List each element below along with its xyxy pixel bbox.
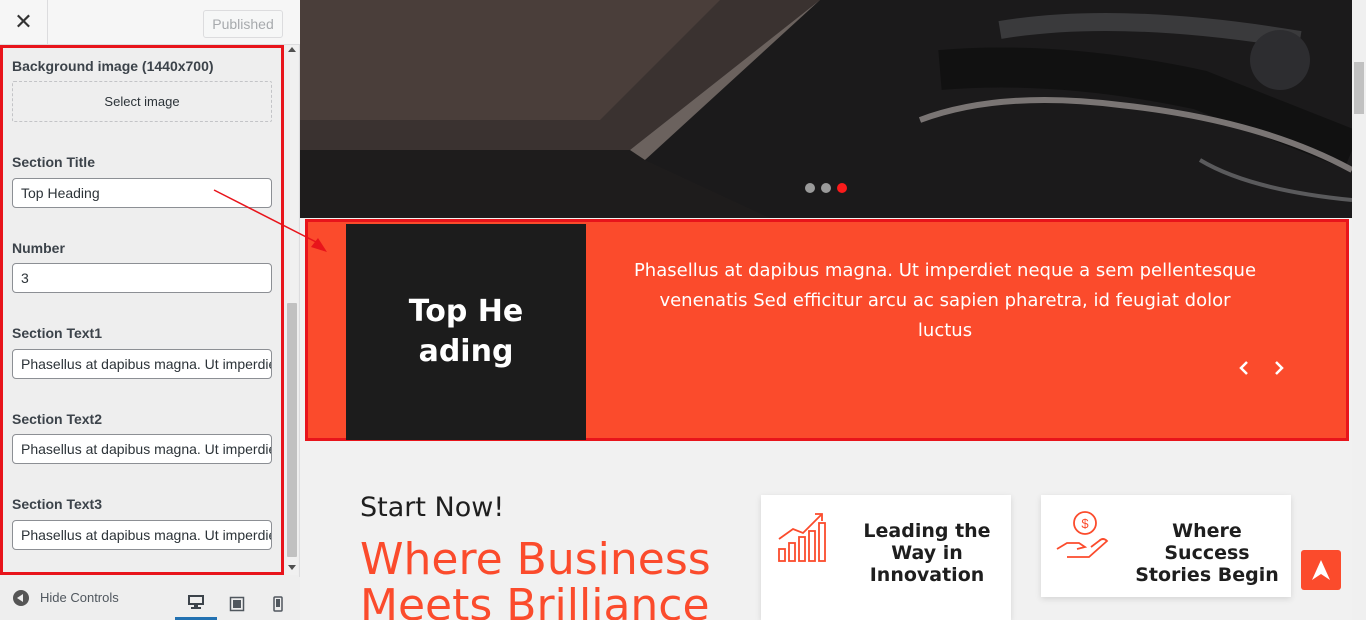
feature-card[interactable]: Leading the Way in Innovation xyxy=(761,495,1011,620)
background-image-label: Background image (1440x700) xyxy=(12,58,214,74)
section-text2-label: Section Text2 xyxy=(12,411,102,427)
scroll-up-icon[interactable] xyxy=(288,47,296,52)
close-button[interactable]: ✕ xyxy=(0,0,48,45)
section-title-input[interactable]: Top Heading xyxy=(12,178,272,208)
slider-dot[interactable] xyxy=(805,183,815,193)
growth-chart-icon xyxy=(778,513,826,562)
mobile-icon xyxy=(273,595,283,612)
section-text1-label: Section Text1 xyxy=(12,325,102,341)
hide-controls-button[interactable]: Hide Controls xyxy=(40,590,119,605)
card-title: Where Success Stories Begin xyxy=(1135,520,1279,586)
section-title-label: Section Title xyxy=(12,154,95,170)
next-arrow-button[interactable] xyxy=(1267,356,1291,380)
main-headline: Where Business Meets Brilliance xyxy=(360,534,711,620)
section-text1-input[interactable]: Phasellus at dapibus magna. Ut imperdiet… xyxy=(12,349,272,379)
preview-scroll-thumb[interactable] xyxy=(1354,62,1364,114)
desktop-icon xyxy=(188,595,204,609)
top-heading-section: Top Heading Phasellus at dapibus magna. … xyxy=(305,219,1349,441)
customizer-sidebar: ✕ Published Background image (1440x700) … xyxy=(0,0,300,620)
panel-scrollbar[interactable] xyxy=(286,45,298,575)
section-text3-input[interactable]: Phasellus at dapibus magna. Ut imperdiet… xyxy=(12,520,272,550)
chevron-right-icon xyxy=(1275,361,1284,375)
feature-card[interactable]: $ Where Success Stories Begin xyxy=(1041,495,1291,597)
section-paragraph: Phasellus at dapibus magna. Ut imperdiet… xyxy=(633,260,1257,341)
hero-slider-image xyxy=(300,0,1352,218)
collapse-icon[interactable] xyxy=(13,590,29,606)
money-hand-icon: $ xyxy=(1056,511,1109,558)
section-heading: Top Heading xyxy=(408,294,524,369)
prev-arrow-button[interactable] xyxy=(1232,356,1256,380)
back-to-top-button[interactable] xyxy=(1301,550,1341,590)
tablet-preview-button[interactable] xyxy=(216,587,258,620)
mobile-preview-button[interactable] xyxy=(257,587,299,620)
sidebar-header: ✕ Published xyxy=(0,0,300,45)
select-image-button[interactable]: Select image xyxy=(12,81,272,122)
chevron-left-icon xyxy=(1239,361,1248,375)
start-now-heading: Start Now! xyxy=(360,492,505,523)
desktop-preview-button[interactable] xyxy=(175,587,217,620)
card-title: Leading the Way in Innovation xyxy=(863,520,991,586)
sidebar-footer: Hide Controls xyxy=(0,577,300,620)
site-preview: Top Heading Phasellus at dapibus magna. … xyxy=(300,0,1352,620)
svg-text:$: $ xyxy=(1081,516,1089,531)
number-label: Number xyxy=(12,240,65,256)
publish-button[interactable]: Published xyxy=(203,10,283,38)
section-text2-input[interactable]: Phasellus at dapibus magna. Ut imperdiet… xyxy=(12,434,272,464)
heading-box: Top Heading xyxy=(346,224,586,440)
section-settings-panel: Background image (1440x700) Select image… xyxy=(0,45,284,575)
panel-scroll-thumb[interactable] xyxy=(287,303,297,557)
arrow-up-icon xyxy=(1312,560,1330,580)
number-input[interactable]: 3 xyxy=(12,263,272,293)
preview-scrollbar[interactable] xyxy=(1352,0,1366,620)
tablet-icon xyxy=(229,596,245,611)
slider-dot[interactable] xyxy=(821,183,831,193)
slider-dot-active[interactable] xyxy=(837,183,847,193)
section-text3-label: Section Text3 xyxy=(12,496,102,512)
scroll-down-icon[interactable] xyxy=(288,565,296,570)
